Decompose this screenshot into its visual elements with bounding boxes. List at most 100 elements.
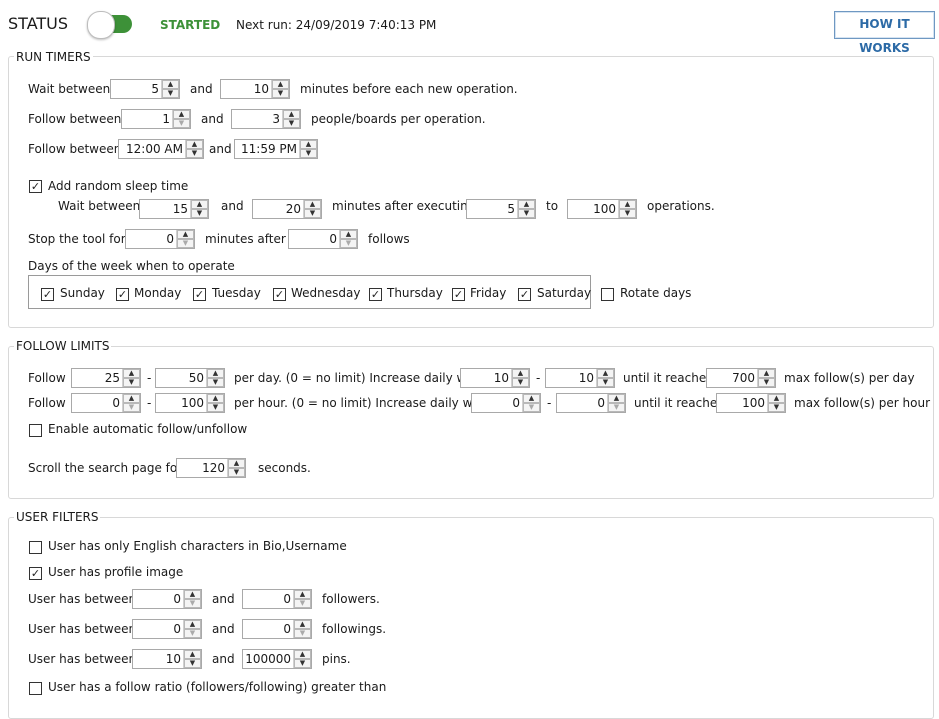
spin-up-button[interactable]: ▲ (272, 80, 289, 89)
spin-down-button[interactable]: ▼ (283, 119, 300, 128)
rotate-days-checkbox[interactable] (601, 288, 614, 301)
day-checkbox-tuesday[interactable]: ✓ (193, 288, 206, 301)
spin-up-button[interactable]: ▲ (186, 140, 203, 149)
spin-down-button[interactable]: ▼ (191, 209, 208, 218)
spin-up-button[interactable]: ▲ (304, 200, 321, 209)
spin-up-button[interactable]: ▲ (123, 394, 140, 403)
spin-up-button[interactable]: ▲ (619, 200, 636, 209)
spin-down-button[interactable]: ▼ (162, 89, 179, 98)
follow-hour-max-spinner[interactable]: 100 ▲ ▼ (155, 393, 225, 413)
spin-down-button[interactable]: ▼ (294, 659, 311, 668)
ops-max-spinner[interactable]: 100 ▲ ▼ (567, 199, 637, 219)
time-start-picker[interactable]: 12:00 AM ▲ ▼ (118, 139, 204, 159)
pins-max-spinner[interactable]: 100000 ▲ ▼ (242, 649, 312, 669)
spin-up-button[interactable]: ▲ (300, 140, 317, 149)
spin-up-button[interactable]: ▲ (184, 650, 201, 659)
status-toggle[interactable] (87, 11, 132, 39)
spin-down-button[interactable]: ▼ (512, 378, 529, 387)
spin-down-button[interactable]: ▼ (184, 599, 201, 608)
spin-up-button[interactable]: ▲ (340, 230, 357, 239)
english-only-checkbox[interactable] (29, 541, 42, 554)
toggle-knob[interactable] (87, 11, 115, 39)
spin-up-button[interactable]: ▲ (184, 590, 201, 599)
spin-down-button[interactable]: ▼ (294, 629, 311, 638)
spin-down-button[interactable]: ▼ (300, 149, 317, 158)
profile-image-checkbox[interactable]: ✓ (29, 567, 42, 580)
sleep-max-spinner[interactable]: 20 ▲ ▼ (252, 199, 322, 219)
hour-increase-min-spinner[interactable]: 0 ▲ ▼ (471, 393, 541, 413)
spin-up-button[interactable]: ▲ (207, 394, 224, 403)
spin-down-button[interactable]: ▼ (177, 239, 194, 248)
spin-up-button[interactable]: ▲ (207, 369, 224, 378)
ops-min-spinner[interactable]: 5 ▲ ▼ (466, 199, 536, 219)
day-increase-min-spinner[interactable]: 10 ▲ ▼ (460, 368, 530, 388)
stop-follows-spinner[interactable]: 0 ▲ ▼ (288, 229, 358, 249)
spin-down-button[interactable]: ▼ (619, 209, 636, 218)
spin-up-button[interactable]: ▲ (512, 369, 529, 378)
followings-min-spinner[interactable]: 0 ▲ ▼ (132, 619, 202, 639)
spin-down-button[interactable]: ▼ (523, 403, 540, 412)
followings-max-spinner[interactable]: 0 ▲ ▼ (242, 619, 312, 639)
follow-day-max-spinner[interactable]: 50 ▲ ▼ (155, 368, 225, 388)
spin-up-button[interactable]: ▲ (173, 110, 190, 119)
spin-up-button[interactable]: ▲ (191, 200, 208, 209)
spin-up-button[interactable]: ▲ (177, 230, 194, 239)
spin-down-button[interactable]: ▼ (294, 599, 311, 608)
spin-down-button[interactable]: ▼ (304, 209, 321, 218)
spin-down-button[interactable]: ▼ (207, 403, 224, 412)
day-checkbox-thursday[interactable]: ✓ (369, 288, 382, 301)
time-end-picker[interactable]: 11:59 PM ▲ ▼ (234, 139, 318, 159)
day-checkbox-sunday[interactable]: ✓ (41, 288, 54, 301)
spin-down-button[interactable]: ▼ (184, 629, 201, 638)
spin-up-button[interactable]: ▲ (523, 394, 540, 403)
hour-limit-spinner[interactable]: 100 ▲ ▼ (716, 393, 786, 413)
day-increase-max-spinner[interactable]: 10 ▲ ▼ (545, 368, 615, 388)
spin-down-button[interactable]: ▼ (340, 239, 357, 248)
spin-up-button[interactable]: ▲ (162, 80, 179, 89)
spin-up-button[interactable]: ▲ (294, 590, 311, 599)
spin-up-button[interactable]: ▲ (758, 369, 775, 378)
follow-ratio-checkbox[interactable] (29, 682, 42, 695)
spin-down-button[interactable]: ▼ (186, 149, 203, 158)
sleep-min-spinner[interactable]: 15 ▲ ▼ (139, 199, 209, 219)
random-sleep-checkbox[interactable]: ✓ (29, 180, 42, 193)
stop-minutes-spinner[interactable]: 0 ▲ ▼ (125, 229, 195, 249)
spin-up-button[interactable]: ▲ (294, 620, 311, 629)
spin-down-button[interactable]: ▼ (173, 119, 190, 128)
spin-up-button[interactable]: ▲ (768, 394, 785, 403)
spin-down-button[interactable]: ▼ (608, 403, 625, 412)
how-it-works-button[interactable]: HOW IT WORKS (834, 11, 935, 55)
spin-up-button[interactable]: ▲ (294, 650, 311, 659)
follow-day-min-spinner[interactable]: 25 ▲ ▼ (71, 368, 141, 388)
pins-min-spinner[interactable]: 10 ▲ ▼ (132, 649, 202, 669)
auto-follow-checkbox[interactable] (29, 424, 42, 437)
wait-max-spinner[interactable]: 10 ▲ ▼ (220, 79, 290, 99)
spin-up-button[interactable]: ▲ (518, 200, 535, 209)
follow-hour-min-spinner[interactable]: 0 ▲ ▼ (71, 393, 141, 413)
spin-down-button[interactable]: ▼ (272, 89, 289, 98)
day-checkbox-monday[interactable]: ✓ (116, 288, 129, 301)
spin-down-button[interactable]: ▼ (758, 378, 775, 387)
spin-up-button[interactable]: ▲ (597, 369, 614, 378)
spin-down-button[interactable]: ▼ (184, 659, 201, 668)
spin-up-button[interactable]: ▲ (608, 394, 625, 403)
follow-max-spinner[interactable]: 3 ▲ ▼ (231, 109, 301, 129)
followers-max-spinner[interactable]: 0 ▲ ▼ (242, 589, 312, 609)
day-checkbox-wednesday[interactable]: ✓ (273, 288, 286, 301)
spin-down-button[interactable]: ▼ (123, 378, 140, 387)
follow-min-spinner[interactable]: 1 ▲ ▼ (121, 109, 191, 129)
spin-down-button[interactable]: ▼ (768, 403, 785, 412)
day-checkbox-saturday[interactable]: ✓ (518, 288, 531, 301)
followers-min-spinner[interactable]: 0 ▲ ▼ (132, 589, 202, 609)
spin-up-button[interactable]: ▲ (228, 459, 245, 468)
spin-down-button[interactable]: ▼ (123, 403, 140, 412)
wait-min-spinner[interactable]: 5 ▲ ▼ (110, 79, 180, 99)
day-limit-spinner[interactable]: 700 ▲ ▼ (706, 368, 776, 388)
spin-up-button[interactable]: ▲ (184, 620, 201, 629)
day-checkbox-friday[interactable]: ✓ (452, 288, 465, 301)
spin-down-button[interactable]: ▼ (597, 378, 614, 387)
spin-up-button[interactable]: ▲ (123, 369, 140, 378)
spin-down-button[interactable]: ▼ (207, 378, 224, 387)
hour-increase-max-spinner[interactable]: 0 ▲ ▼ (556, 393, 626, 413)
scroll-seconds-spinner[interactable]: 120 ▲ ▼ (176, 458, 246, 478)
